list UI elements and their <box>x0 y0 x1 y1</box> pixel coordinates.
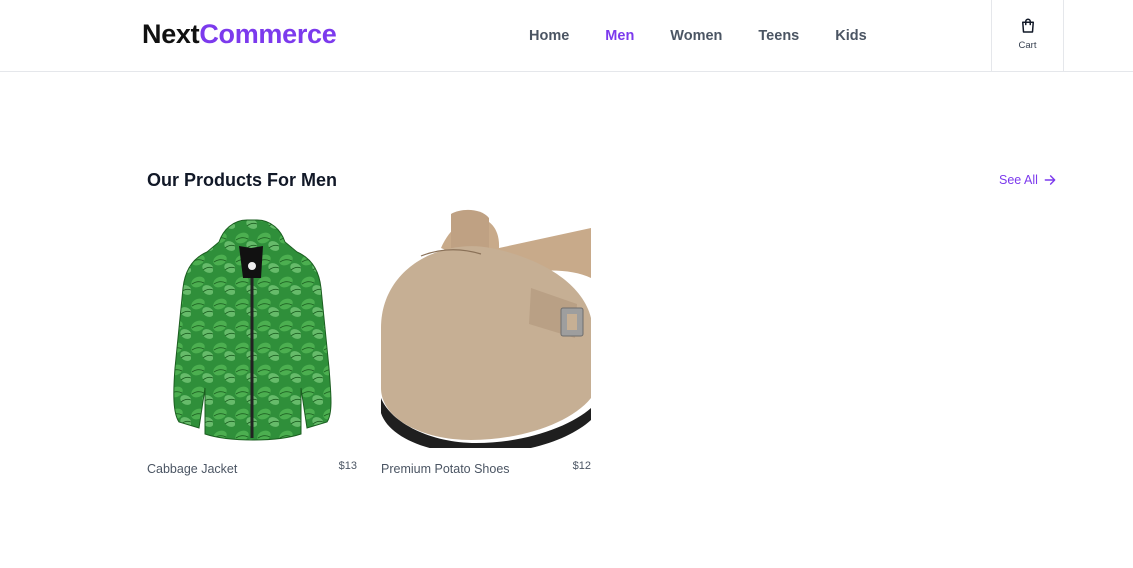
see-all-link[interactable]: See All <box>999 172 1057 188</box>
product-card[interactable]: Premium Potato Shoes $12 <box>381 208 591 478</box>
shopping-bag-icon <box>1022 18 1034 33</box>
product-price: $13 <box>338 460 357 472</box>
cart-button[interactable]: Cart <box>991 0 1064 72</box>
cart-label: Cart <box>1018 40 1037 51</box>
nav-link-men[interactable]: Men <box>605 27 634 45</box>
nav-link-women[interactable]: Women <box>670 27 722 45</box>
nav-link-home[interactable]: Home <box>529 27 569 45</box>
product-info: Cabbage Jacket $13 <box>147 454 357 478</box>
product-image-shoes[interactable] <box>381 208 591 448</box>
arrow-right-icon <box>1044 175 1056 185</box>
product-info: Premium Potato Shoes $12 <box>381 454 591 478</box>
section-title: Our Products For Men <box>147 170 338 190</box>
product-price: $12 <box>572 460 591 472</box>
see-all-label: See All <box>999 173 1038 187</box>
nav-link-teens[interactable]: Teens <box>758 27 799 45</box>
main-nav: Home Men Women Teens Kids <box>529 27 903 45</box>
brand-logo[interactable]: NextCommerce <box>142 19 337 49</box>
product-card[interactable]: Cabbage Jacket $13 <box>147 208 357 478</box>
product-image-jacket[interactable] <box>147 208 357 448</box>
product-name[interactable]: Cabbage Jacket <box>147 462 237 476</box>
nav-link-kids[interactable]: Kids <box>835 27 866 45</box>
product-name[interactable]: Premium Potato Shoes <box>381 462 510 476</box>
brand-logo-part-2: Commerce <box>199 19 337 49</box>
site-header: NextCommerce Home Men Women Teens Kids C… <box>0 0 1133 72</box>
brand-logo-part-1: Next <box>142 19 200 49</box>
